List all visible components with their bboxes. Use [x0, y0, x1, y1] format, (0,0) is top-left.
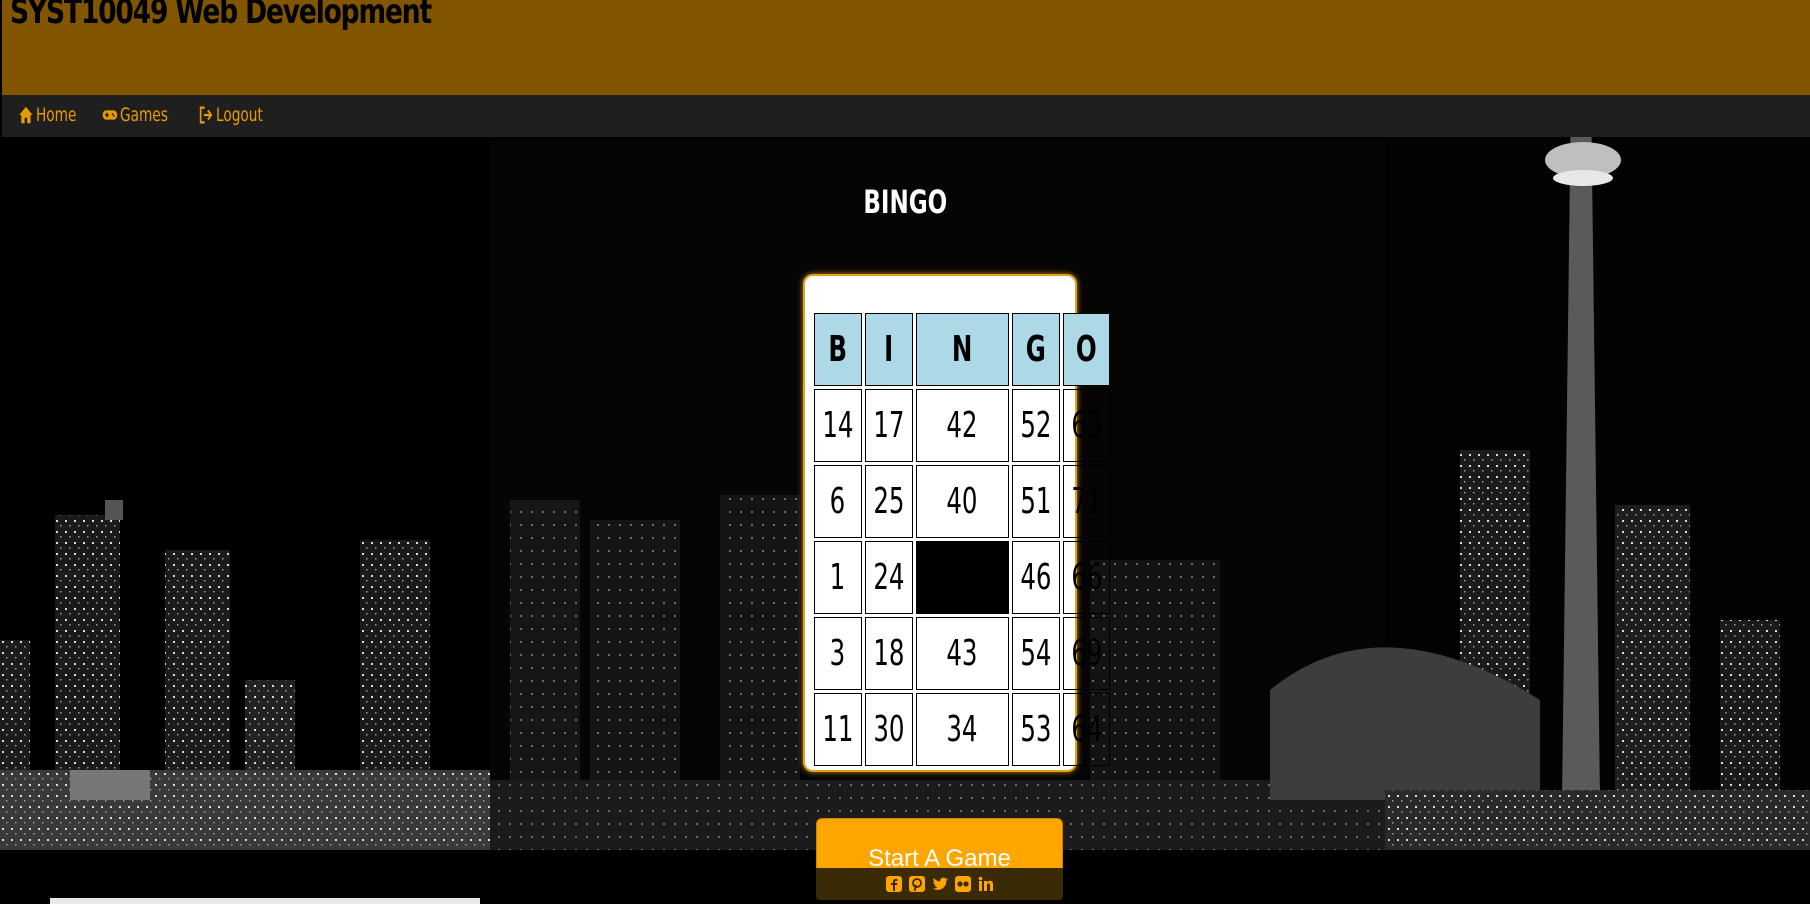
logout-icon: [199, 106, 213, 124]
bingo-header-b: B: [814, 313, 862, 386]
bingo-row: 3 18 43 54 69: [814, 617, 1111, 690]
bingo-cell[interactable]: 6: [814, 465, 862, 538]
bingo-cell[interactable]: 3: [814, 617, 862, 690]
start-game-button[interactable]: Start A Game: [816, 818, 1063, 874]
bingo-cell[interactable]: 17: [864, 389, 913, 462]
page-title: BINGO: [863, 183, 947, 221]
bingo-header-row: B I N G O: [814, 313, 1111, 386]
bingo-free-cell: FREE: [915, 541, 1009, 614]
bingo-cell[interactable]: 46: [1011, 541, 1060, 614]
social-footer: [816, 868, 1063, 900]
bingo-cell[interactable]: 54: [1011, 617, 1060, 690]
bingo-cell[interactable]: 30: [864, 693, 913, 766]
bingo-card: B I N G O 14 17 42 52 63 6 25 40 51 71 1…: [803, 274, 1111, 772]
bingo-header-n: N: [915, 313, 1009, 386]
bingo-cell[interactable]: 69: [1062, 617, 1111, 690]
nav-item-label: Home: [36, 104, 77, 126]
pinterest-icon[interactable]: [907, 874, 927, 894]
nav-item-label: Logout: [216, 104, 263, 126]
flickr-icon[interactable]: [953, 874, 973, 894]
bingo-cell[interactable]: 18: [864, 617, 913, 690]
bingo-cell[interactable]: 64: [1062, 693, 1111, 766]
main-nav: Home Games Logout: [0, 95, 1810, 137]
nav-item-games[interactable]: Games: [102, 104, 168, 126]
bingo-header-o: O: [1062, 313, 1111, 386]
bingo-cell[interactable]: 42: [915, 389, 1009, 462]
bingo-cell[interactable]: 34: [915, 693, 1009, 766]
site-title: SYST10049 Web Development: [10, 0, 432, 32]
twitter-icon[interactable]: [930, 874, 950, 894]
bingo-cell[interactable]: 52: [1011, 389, 1060, 462]
bingo-row: 6 25 40 51 71: [814, 465, 1111, 538]
nav-item-logout[interactable]: Logout: [198, 104, 263, 126]
bottom-panel-edge: [50, 898, 480, 904]
bingo-cell[interactable]: 40: [915, 465, 1009, 538]
bingo-cell[interactable]: 63: [1062, 389, 1111, 462]
bingo-cell[interactable]: 43: [915, 617, 1009, 690]
bingo-cell[interactable]: 53: [1011, 693, 1060, 766]
bingo-header-g: G: [1011, 313, 1060, 386]
home-icon: [19, 106, 33, 124]
bingo-cell[interactable]: 11: [814, 693, 862, 766]
bingo-cell[interactable]: 14: [814, 389, 862, 462]
bingo-header-i: I: [864, 313, 913, 386]
linkedin-icon[interactable]: [976, 874, 996, 894]
bingo-cell[interactable]: 71: [1062, 465, 1111, 538]
bingo-row: 1 24 FREE 46 66: [814, 541, 1111, 614]
bingo-table: B I N G O 14 17 42 52 63 6 25 40 51 71 1…: [811, 310, 1113, 769]
bingo-cell[interactable]: 66: [1062, 541, 1111, 614]
gamepad-icon: [102, 110, 118, 120]
bingo-cell[interactable]: 24: [864, 541, 913, 614]
bingo-row: 14 17 42 52 63: [814, 389, 1111, 462]
bingo-row: 11 30 34 53 64: [814, 693, 1111, 766]
nav-item-label: Games: [120, 104, 168, 126]
facebook-icon[interactable]: [884, 874, 904, 894]
bingo-cell[interactable]: 1: [814, 541, 862, 614]
bingo-cell[interactable]: 51: [1011, 465, 1060, 538]
nav-item-home[interactable]: Home: [18, 104, 76, 126]
bingo-cell[interactable]: 25: [864, 465, 913, 538]
site-banner: SYST10049 Web Development: [0, 0, 1810, 95]
